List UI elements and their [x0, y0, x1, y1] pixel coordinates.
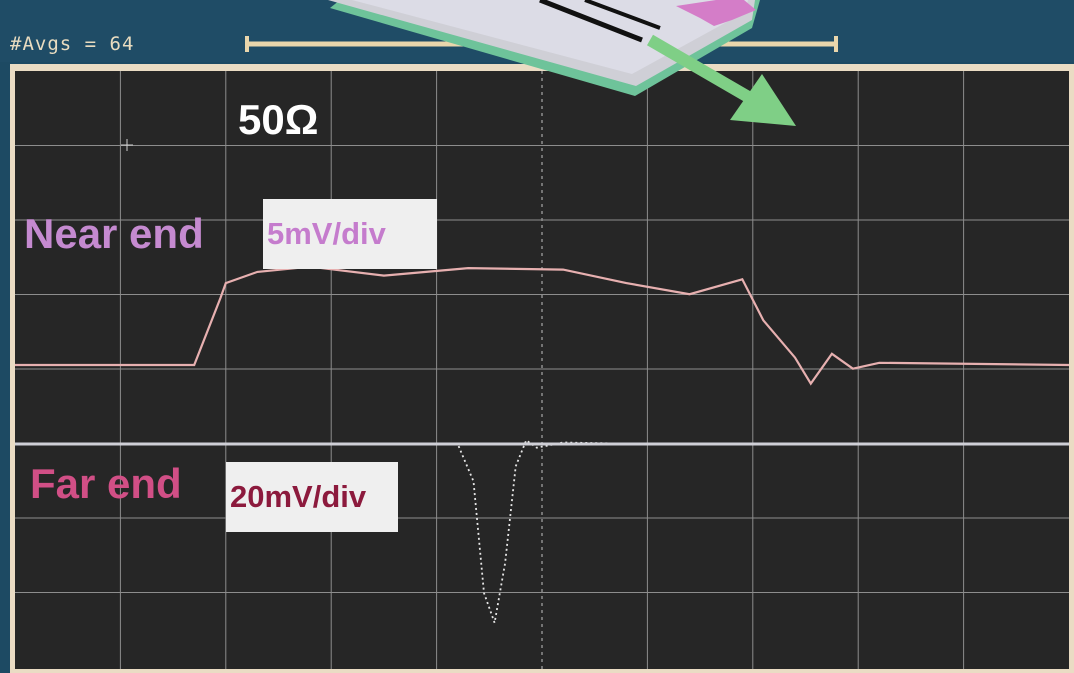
scope-screen	[15, 71, 1069, 669]
oscilloscope-window: #Avgs = 64 50Ω Near end 5mV/div Far end …	[0, 0, 1074, 673]
graticule	[15, 71, 1069, 669]
near-end-label: Near end	[24, 210, 204, 257]
timebase-slider[interactable]	[245, 36, 838, 52]
near-scale-label: 5mV/div	[263, 199, 437, 269]
cursor-crosshair[interactable]	[121, 139, 133, 151]
impedance-label: 50Ω	[238, 96, 319, 143]
far-scale-label: 20mV/div	[226, 462, 398, 532]
far-end-label: Far end	[30, 460, 182, 507]
waveform-display	[15, 71, 1069, 669]
